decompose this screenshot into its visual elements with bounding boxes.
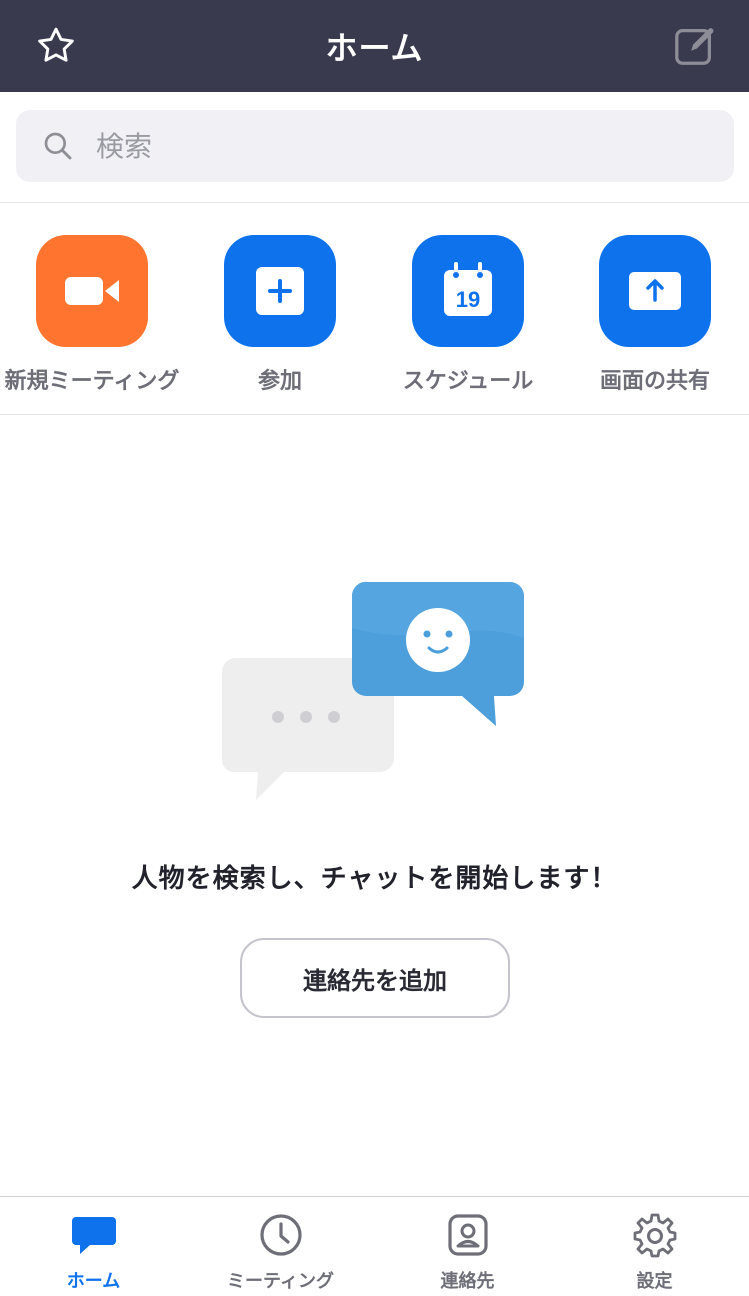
join-label: 参加	[257, 369, 302, 394]
tab-settings-label: 設定	[636, 1271, 673, 1292]
gear-icon	[633, 1213, 676, 1258]
star-icon	[38, 27, 74, 62]
bottom-tab-bar: ホーム ミーティング 連絡先 設定	[0, 1196, 749, 1296]
compose-button[interactable]	[669, 20, 721, 72]
search-bar[interactable]	[16, 110, 734, 182]
schedule-tile[interactable]: 19	[412, 235, 524, 347]
compose-icon	[675, 28, 714, 65]
schedule-button[interactable]: 19 スケジュール	[374, 235, 562, 395]
new-meeting-tile[interactable]	[36, 235, 148, 347]
calendar-icon: 19	[444, 262, 492, 316]
calendar-day-text: 19	[456, 287, 480, 312]
chat-illustration	[221, 581, 524, 800]
join-button[interactable]: 参加	[186, 235, 374, 395]
share-screen-label: 画面の共有	[599, 369, 710, 394]
tab-meetings[interactable]: ミーティング	[187, 1211, 374, 1293]
favorite-button[interactable]	[30, 20, 82, 72]
contact-card-icon	[447, 1214, 488, 1256]
chat-bubble-icon	[71, 1217, 116, 1254]
video-camera-icon	[65, 277, 119, 305]
search-input[interactable]	[96, 129, 656, 163]
add-contact-button[interactable]: 連絡先を追加	[240, 938, 510, 1018]
tab-contacts-label: 連絡先	[440, 1271, 495, 1292]
clock-icon	[259, 1214, 302, 1256]
schedule-label: スケジュール	[402, 369, 534, 394]
top-nav-bar: ホーム	[0, 0, 749, 92]
empty-state-message: 人物を検索し、チャットを開始します！	[131, 864, 618, 894]
share-screen-button[interactable]: 画面の共有	[561, 235, 749, 395]
tab-settings[interactable]: 設定	[561, 1211, 748, 1293]
tab-home-label: ホーム	[66, 1271, 121, 1292]
tab-contacts[interactable]: 連絡先	[374, 1211, 561, 1293]
quick-actions-row: 新規ミーティング 参加 19 スケジュール 画面の共有	[0, 203, 749, 415]
new-meeting-label: 新規ミーティング	[4, 369, 180, 394]
tab-meetings-label: ミーティング	[227, 1271, 334, 1292]
search-icon	[44, 132, 72, 160]
new-meeting-button[interactable]: 新規ミーティング	[0, 235, 186, 395]
join-tile[interactable]	[224, 235, 336, 347]
home-screen: ホーム 新規ミーティング	[0, 0, 749, 1296]
share-screen-tile[interactable]	[599, 235, 711, 347]
tab-home[interactable]: ホーム	[0, 1211, 187, 1293]
share-screen-icon	[629, 272, 681, 310]
search-section	[0, 92, 749, 203]
page-title: ホーム	[325, 29, 424, 67]
plus-icon	[256, 267, 304, 315]
